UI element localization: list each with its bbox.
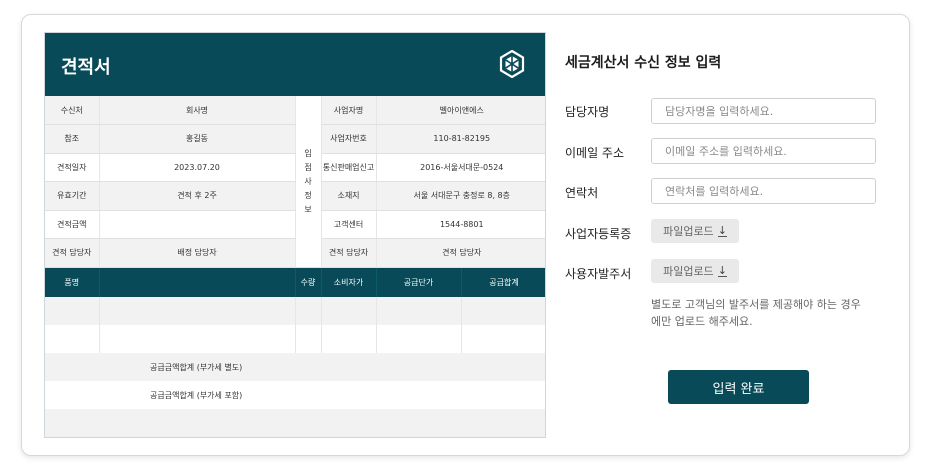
items-header-row: 품명 수량 소비자가 공급단가 공급합계: [45, 267, 545, 297]
info-row-recipient: 수신처 회사명 입 점 사 정 보 사업자명 벨아이앤에스: [45, 96, 545, 268]
submit-button[interactable]: 입력 완료: [668, 370, 809, 404]
vendor-label: 고객센터: [321, 210, 377, 239]
manager-input[interactable]: [651, 98, 876, 124]
info-label: 유효기간: [45, 181, 100, 211]
vendor-label: 통신판매업신고: [321, 153, 377, 182]
info-label: 견적일자: [45, 153, 100, 182]
order-form-upload-button[interactable]: 파일업로드 ↓: [651, 259, 739, 283]
item-row: [45, 297, 545, 325]
info-value: 배정 담당자: [99, 238, 296, 268]
col-unit-price: 공급단가: [376, 267, 462, 297]
info-value: [99, 210, 296, 239]
manager-label: 담당자명: [565, 105, 610, 119]
vendor-value: 서울 서대문구 충정로 8, 8층: [376, 181, 545, 211]
form-title: 세금계산서 수신 정보 입력: [565, 55, 722, 71]
biz-reg-upload-button[interactable]: 파일업로드 ↓: [651, 219, 739, 243]
vendor-label: 견적 담당자: [321, 238, 377, 268]
quote-header: 견적서: [45, 33, 545, 96]
sum-incl-vat-row: 공급금액합계 (부가세 포함): [45, 381, 545, 409]
download-icon: ↓: [717, 264, 727, 277]
vendor-label: 사업자번호: [321, 124, 377, 154]
phone-input[interactable]: [651, 178, 876, 204]
info-value: 홍길동: [99, 124, 296, 154]
upload-label: 파일업로드: [663, 265, 714, 278]
vendor-value: 벨아이앤에스: [376, 96, 545, 125]
phone-label: 연락처: [565, 186, 599, 200]
info-label: 참조: [45, 124, 100, 154]
sum-excl-vat-label: 공급금액합계 (부가세 별도): [150, 363, 243, 372]
info-value: 회사명: [99, 96, 296, 125]
vendor-value: 견적 담당자: [376, 238, 545, 268]
info-label: 견적금액: [45, 210, 100, 239]
company-logo-icon: [499, 50, 525, 78]
col-total: 공급합계: [461, 267, 545, 297]
order-form-label: 사용자발주서: [565, 267, 632, 281]
sum-blank-row: [45, 409, 545, 437]
col-item: 품명: [45, 267, 100, 297]
col-qty: 수량: [295, 267, 322, 297]
biz-reg-label: 사업자등록증: [565, 227, 632, 241]
vendor-value: 110-81-82195: [376, 124, 545, 154]
vendor-info-vertical-label: 입 점 사 정 보: [295, 96, 322, 268]
col-blank: [99, 267, 296, 297]
info-value: 2023.07.20: [99, 153, 296, 182]
col-consumer-price: 소비자가: [321, 267, 377, 297]
item-row: [45, 325, 545, 353]
info-value: 견적 후 2주: [99, 181, 296, 211]
vendor-value: 2016-서울서대문-0524: [376, 153, 545, 182]
sum-incl-vat-label: 공급금액합계 (부가세 포함): [150, 391, 243, 400]
info-label: 수신처: [45, 96, 100, 125]
info-label: 견적 담당자: [45, 238, 100, 268]
quote-table: 수신처 회사명 입 점 사 정 보 사업자명 벨아이앤에스 참조 홍길동 사업자…: [45, 96, 545, 353]
upload-label: 파일업로드: [663, 225, 714, 238]
vendor-label: 사업자명: [321, 96, 377, 125]
quote-document: 견적서 수신처 회사명 입 점 사 정 보 사업자명 벨아이앤에스 참조 홍길동…: [44, 32, 546, 438]
sum-excl-vat-row: 공급금액합계 (부가세 별도): [45, 353, 545, 381]
download-icon: ↓: [717, 224, 727, 237]
quote-title: 견적서: [61, 57, 111, 78]
vendor-label: 소재지: [321, 181, 377, 211]
email-label: 이메일 주소: [565, 146, 625, 160]
email-input[interactable]: [651, 138, 876, 164]
vendor-value: 1544-8801: [376, 210, 545, 239]
upload-note: 별도로 고객님의 발주서를 제공해야 하는 경우에만 업로드 해주세요.: [651, 298, 861, 328]
